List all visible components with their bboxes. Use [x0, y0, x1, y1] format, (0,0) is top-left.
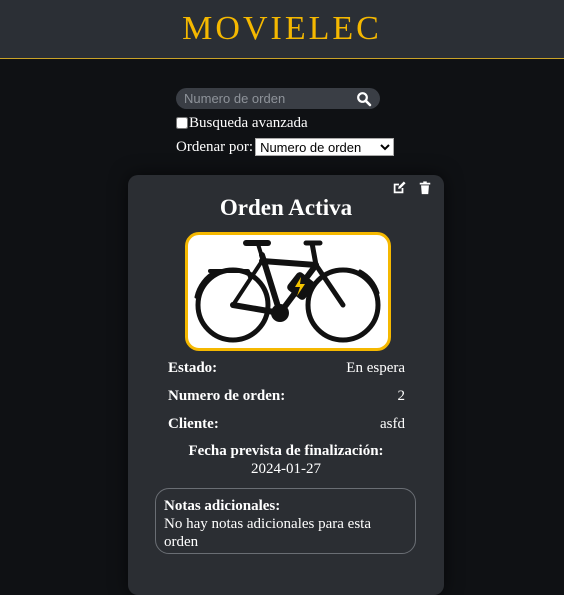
- brand-title: MOVIELEC: [182, 10, 382, 47]
- search-box: [176, 88, 380, 109]
- due-date-label: Fecha prevista de finalización:: [188, 443, 384, 459]
- sort-control: Ordenar por: Numero de orden: [176, 137, 416, 157]
- sort-select[interactable]: Numero de orden: [255, 138, 395, 156]
- client-row: Cliente: asfd: [168, 416, 405, 433]
- search-icon[interactable]: [356, 91, 372, 107]
- notes-box: Notas adicionales: No hay notas adiciona…: [155, 488, 416, 554]
- sort-label: Ordenar por:: [176, 138, 254, 155]
- card-title: Orden Activa: [219, 195, 353, 220]
- due-date-value: 2024-01-27: [251, 461, 321, 477]
- top-bar: MOVIELEC: [0, 0, 564, 59]
- status-label: Estado:: [168, 360, 218, 376]
- electric-bike-image: [185, 232, 391, 351]
- card-actions: [392, 181, 432, 195]
- order-number-label: Numero de orden:: [168, 388, 286, 404]
- edit-icon[interactable]: [392, 181, 406, 195]
- advanced-search-label: Busqueda avanzada: [189, 114, 308, 131]
- order-card: Orden Activa Estado: En espera Numero de…: [128, 175, 444, 595]
- order-number-row: Numero de orden: 2: [168, 388, 405, 405]
- notes-label: Notas adicionales:: [164, 498, 281, 514]
- advanced-search-checkbox[interactable]: [176, 117, 188, 129]
- status-row: Estado: En espera: [168, 360, 405, 377]
- client-label: Cliente:: [168, 416, 219, 432]
- advanced-search-option: Busqueda avanzada: [176, 114, 416, 132]
- search-controls: Busqueda avanzada Ordenar por: Numero de…: [176, 88, 416, 157]
- notes-value: No hay notas adicionales para esta orden: [164, 516, 372, 550]
- status-value: En espera: [346, 360, 405, 376]
- client-value: asfd: [380, 416, 405, 432]
- trash-icon[interactable]: [418, 181, 432, 195]
- search-input[interactable]: [176, 88, 352, 109]
- order-number-value: 2: [397, 388, 406, 404]
